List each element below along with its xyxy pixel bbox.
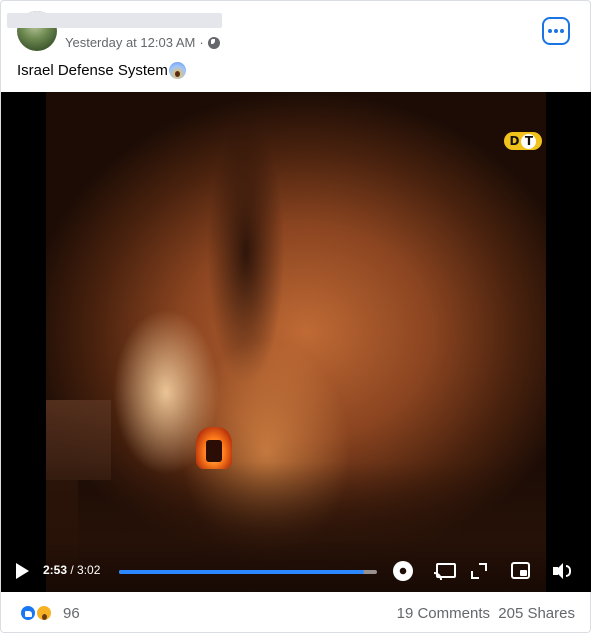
reaction-count[interactable]: 96 [63,605,80,622]
progress-fill [119,570,365,574]
like-reaction-icon[interactable] [19,604,37,622]
post-card: Yesterday at 12:03 AM · Israel Defense S… [0,0,591,633]
shares-count[interactable]: 205 Shares [498,605,575,622]
video-frame: D T [46,92,546,592]
picture-in-picture-icon[interactable] [511,562,530,579]
current-time: 2:53 [43,563,68,577]
dt-watermark-d: D [509,134,520,148]
post-footer: 96 19 Comments 205 Shares [1,592,591,633]
cast-icon[interactable] [434,563,456,580]
video-time: 2:53 / 3:02 [43,563,100,577]
play-icon[interactable] [16,563,29,579]
building-silhouette [46,400,111,480]
more-options-icon [548,29,552,33]
burning-object [206,440,222,462]
dt-watermark-logo: D T [504,132,542,150]
comments-count[interactable]: 19 Comments [397,605,490,622]
duration: / 3:02 [70,563,101,577]
wow-reaction-icon[interactable] [35,604,53,622]
more-dot [554,29,558,33]
more-options-button[interactable] [542,17,570,45]
video-controls: 2:53 / 3:02 [1,552,591,592]
author-name-redacted[interactable] [7,13,222,28]
progress-bar[interactable] [119,570,377,574]
post-timestamp[interactable]: Yesterday at 12:03 AM [65,35,195,50]
globe-icon[interactable] [207,36,220,49]
post-meta: Yesterday at 12:03 AM · [65,35,220,50]
video-player[interactable]: D T 2:53 / 3:02 [1,92,591,592]
dt-watermark-t: T [521,133,537,149]
more-dot [560,29,564,33]
meta-separator: · [199,35,204,50]
scream-emoji-icon [168,62,186,79]
post-text: Israel Defense System [17,62,186,79]
post-caption: Israel Defense System [17,62,168,79]
settings-gear-icon[interactable] [393,561,413,581]
fullscreen-icon[interactable] [471,563,487,579]
